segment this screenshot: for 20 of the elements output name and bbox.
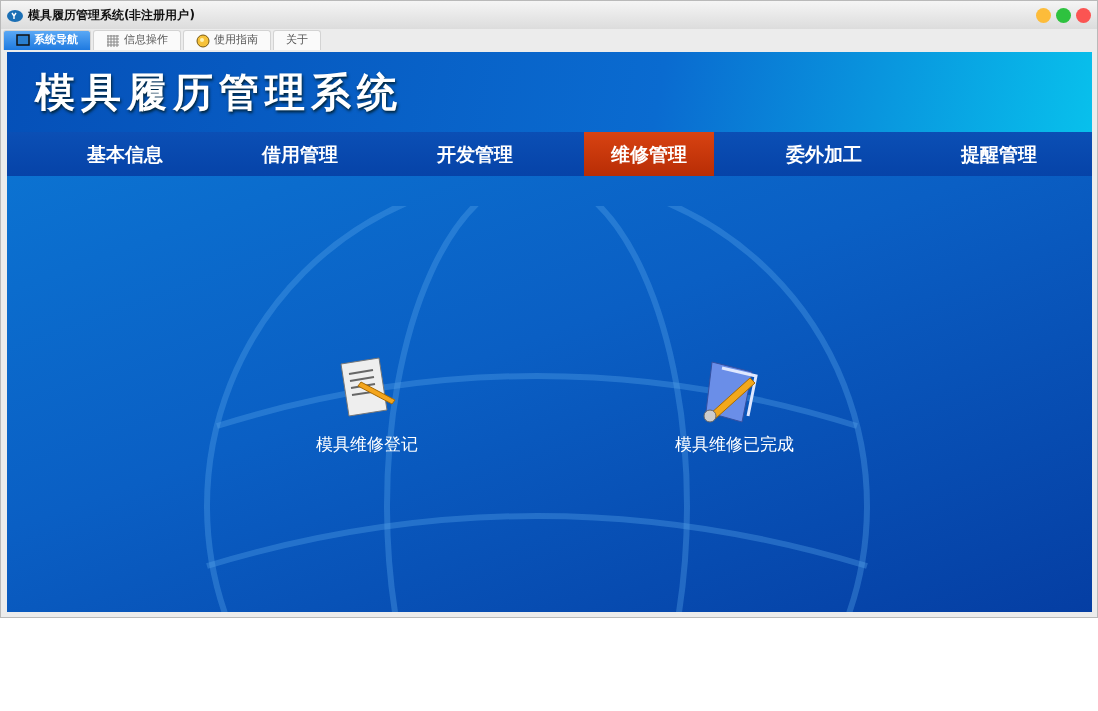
- minimize-button[interactable]: [1036, 7, 1051, 23]
- tab[interactable]: 关于: [273, 30, 321, 50]
- action-shortcut[interactable]: 模具维修登记: [315, 356, 418, 458]
- menu-item[interactable]: 开发管理: [387, 132, 562, 176]
- menu-item[interactable]: 维修管理: [584, 132, 714, 176]
- action-shortcut[interactable]: 模具维修已完成: [674, 356, 794, 458]
- app-logo-icon: [7, 8, 23, 22]
- bulb-icon: [196, 33, 210, 48]
- monitor-icon: [16, 33, 30, 48]
- close-button[interactable]: [1076, 7, 1091, 23]
- tab[interactable]: 信息操作: [93, 30, 181, 50]
- menu-item[interactable]: 委外加工: [736, 132, 911, 176]
- grid-icon: [106, 33, 120, 48]
- menu-item[interactable]: 提醒管理: [911, 132, 1086, 176]
- tab[interactable]: 使用指南: [183, 30, 271, 50]
- menu-item[interactable]: 基本信息: [37, 132, 212, 176]
- banner-title: 模具履历管理系统: [35, 68, 403, 117]
- maximize-button[interactable]: [1056, 7, 1071, 23]
- menu-item[interactable]: 借用管理: [212, 132, 387, 176]
- window-title: 模具履历管理系统(非注册用户): [28, 7, 196, 24]
